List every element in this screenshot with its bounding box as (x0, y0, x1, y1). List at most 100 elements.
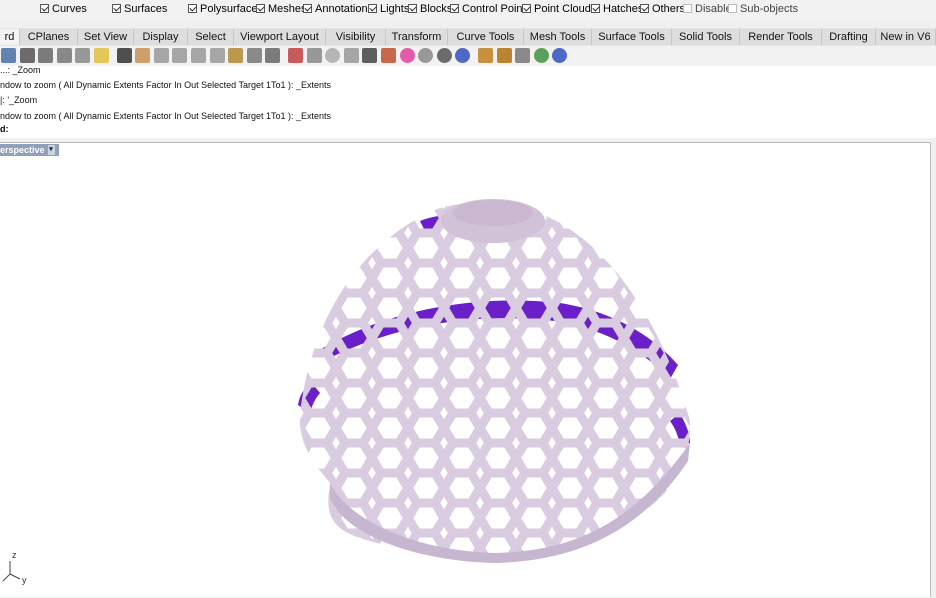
filter-checkbox-annotations[interactable]: Annotations (303, 2, 373, 15)
move-icon[interactable] (154, 48, 169, 63)
axis-gizmo: z y (2, 550, 27, 585)
filter-checkbox-meshes[interactable]: Meshes (256, 2, 307, 15)
checkbox-icon[interactable] (522, 4, 531, 13)
viewport-title-label: erspective (0, 145, 45, 155)
tab-solid-tools[interactable]: Solid Tools (672, 29, 740, 45)
page-setup-icon[interactable] (38, 48, 53, 63)
tab-viewport-layout[interactable]: Viewport Layout (234, 29, 326, 45)
cut-icon[interactable] (57, 48, 72, 63)
checkbox-icon[interactable] (188, 4, 197, 13)
chevron-down-icon[interactable]: ▾ (47, 145, 55, 155)
filter-checkbox-hatches[interactable]: Hatches (591, 2, 643, 15)
filter-checkbox-label: Sub-objects (740, 2, 799, 15)
checkbox-icon[interactable] (303, 4, 312, 13)
standard-toolbar (0, 46, 936, 66)
filter-checkbox-label: Others (652, 2, 686, 15)
object-filter-bar: Curves Surfaces Polysurfaces Meshes Annotati… (0, 0, 936, 18)
filter-checkbox-point-clouds[interactable]: Point Clouds (522, 2, 596, 15)
tab-cplanes[interactable]: CPlanes (20, 29, 78, 45)
filter-checkbox-surfaces[interactable]: Surfaces (112, 2, 167, 15)
right-panel-edge (931, 142, 936, 597)
command-history-line: ...: _Zoom (0, 65, 41, 75)
save-icon[interactable] (1, 48, 16, 63)
zoom-window-icon[interactable] (191, 48, 206, 63)
filter-checkbox-label: Meshes (268, 2, 307, 15)
filter-checkbox-disable[interactable]: Disable (683, 2, 732, 15)
tab-display[interactable]: Display (134, 29, 188, 45)
command-history: ...: _Zoom ndow to zoom ( All Dynamic Ex… (0, 65, 936, 138)
checkbox-icon[interactable] (112, 4, 121, 13)
help-icon[interactable] (552, 48, 567, 63)
filter-checkbox-sub-objects[interactable]: Sub-objects (728, 2, 798, 15)
axis-y-label: y (22, 575, 27, 585)
command-prompt[interactable]: d: (0, 124, 9, 134)
render-sphere-icon[interactable] (437, 48, 452, 63)
tab-select[interactable]: Select (188, 29, 234, 45)
zoom-selected-icon[interactable] (228, 48, 243, 63)
tab-rd[interactable]: rd (0, 29, 20, 45)
filter-checkbox-label: Annotations (315, 2, 374, 15)
filter-checkbox-lights[interactable]: Lights (368, 2, 409, 15)
tab-set-view[interactable]: Set View (78, 29, 134, 45)
command-history-line: |: '_Zoom (0, 95, 38, 105)
rotate-view-icon[interactable] (247, 48, 262, 63)
filter-checkbox-label: Lights (380, 2, 410, 15)
checkbox-icon[interactable] (368, 4, 377, 13)
zoom-extents-icon[interactable] (210, 48, 225, 63)
checkbox-icon[interactable] (408, 4, 417, 13)
gear-icon[interactable] (497, 48, 512, 63)
tab-drafting[interactable]: Drafting (822, 29, 876, 45)
layer-icon[interactable] (381, 48, 396, 63)
tab-transform[interactable]: Transform (386, 29, 448, 45)
checkbox-icon[interactable] (450, 4, 459, 13)
tab-surface-tools[interactable]: Surface Tools (592, 29, 672, 45)
viewport-title[interactable]: erspective ▾ (0, 144, 59, 156)
undo-icon[interactable] (117, 48, 132, 63)
command-history-line: ndow to zoom ( All Dynamic Extents Facto… (0, 111, 331, 121)
filter-checkbox-label: Control Points (462, 2, 532, 15)
zoom-icon[interactable] (172, 48, 187, 63)
filter-checkbox-control-points[interactable]: Control Points (450, 2, 531, 15)
perspective-model-view[interactable]: z y (0, 143, 931, 598)
car-icon[interactable] (288, 48, 303, 63)
tab-curve-tools[interactable]: Curve Tools (448, 29, 524, 45)
filter-checkbox-label: Disable (695, 2, 732, 15)
filter-checkbox-others[interactable]: Others (640, 2, 685, 15)
dot-icon[interactable] (325, 48, 340, 63)
print-icon[interactable] (20, 48, 35, 63)
lock-icon[interactable] (362, 48, 377, 63)
camera-icon[interactable] (307, 48, 322, 63)
light-icon[interactable] (344, 48, 359, 63)
checkbox-icon[interactable] (256, 4, 265, 13)
paste-icon[interactable] (94, 48, 109, 63)
pan-hand-icon[interactable] (135, 48, 150, 63)
tab-new-in-v6[interactable]: New in V6 (876, 29, 936, 45)
filter-checkbox-label: Polysurfaces (200, 2, 263, 15)
command-history-line: ndow to zoom ( All Dynamic Extents Facto… (0, 80, 331, 90)
four-viewports-icon[interactable] (265, 48, 280, 63)
shade-sphere-icon[interactable] (418, 48, 433, 63)
tab-render-tools[interactable]: Render Tools (740, 29, 822, 45)
checkbox-icon[interactable] (40, 4, 49, 13)
checkbox-icon[interactable] (640, 4, 649, 13)
filter-checkbox-label: Hatches (603, 2, 644, 15)
copy-icon[interactable] (75, 48, 90, 63)
pen-icon[interactable] (478, 48, 493, 63)
checkbox-icon[interactable] (728, 4, 737, 13)
tab-mesh-tools[interactable]: Mesh Tools (524, 29, 592, 45)
material-sphere-icon[interactable] (455, 48, 470, 63)
grid-snap-icon[interactable] (515, 48, 530, 63)
filter-checkbox-polysurfaces[interactable]: Polysurfaces (188, 2, 263, 15)
filter-checkbox-curves[interactable]: Curves (40, 2, 87, 15)
filter-checkbox-blocks[interactable]: Blocks (408, 2, 452, 15)
tab-visibility[interactable]: Visibility (326, 29, 386, 45)
globe-icon[interactable] (534, 48, 549, 63)
toolbar-tabs: rd CPlanes Set View Display Select Viewport L… (0, 28, 936, 47)
filter-checkbox-label: Curves (52, 2, 87, 15)
color-wheel-icon[interactable] (400, 48, 415, 63)
checkbox-icon[interactable] (591, 4, 600, 13)
axis-z-label: z (12, 550, 17, 560)
filter-checkbox-label: Blocks (420, 2, 453, 15)
checkbox-icon[interactable] (683, 4, 692, 13)
perspective-viewport[interactable]: z y (0, 142, 931, 597)
